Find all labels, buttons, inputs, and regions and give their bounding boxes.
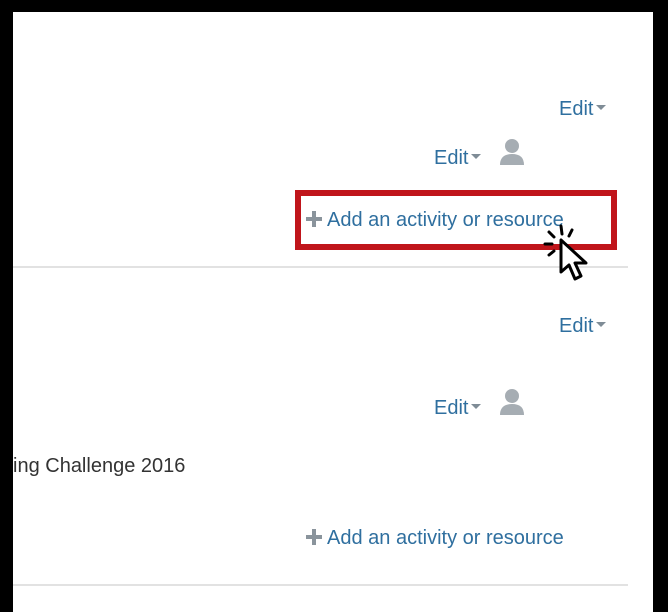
section-1-edit-menu[interactable]: Edit (559, 97, 607, 121)
caret-down-icon (471, 154, 482, 160)
section-2-edit-menu[interactable]: Edit (559, 314, 607, 338)
section-1-item-edit-menu[interactable]: Edit (434, 146, 482, 170)
caret-down-icon (471, 404, 482, 410)
activity-item-text[interactable]: ing Challenge 2016 (13, 454, 185, 478)
section-2-item-edit-label: Edit (434, 397, 469, 419)
add-activity-link[interactable]: Add an activity or resource (305, 526, 564, 550)
user-icon (500, 139, 524, 165)
section-1-edit-label: Edit (559, 98, 594, 120)
caret-down-icon (596, 105, 607, 111)
section-2-edit-label: Edit (559, 315, 594, 337)
add-activity-link[interactable]: Add an activity or resource (305, 208, 564, 232)
add-activity-label: Add an activity or resource (327, 209, 564, 231)
plus-icon (305, 210, 323, 228)
section-2-item-edit-menu[interactable]: Edit (434, 396, 482, 420)
plus-icon (305, 528, 323, 546)
section-divider (13, 266, 628, 268)
section-divider (13, 584, 628, 586)
pointer-cursor-icon (543, 224, 588, 281)
section-1-item-edit-label: Edit (434, 147, 469, 169)
course-page: Edit Edit Add an activity or resource Ed… (13, 12, 653, 612)
caret-down-icon (596, 322, 607, 328)
user-icon (500, 389, 524, 415)
add-activity-label: Add an activity or resource (327, 527, 564, 549)
